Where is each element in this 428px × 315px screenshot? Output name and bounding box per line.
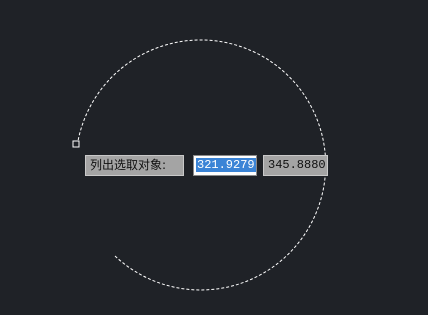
y-coordinate-value: 345.8880 bbox=[268, 158, 326, 172]
x-coordinate-input[interactable]: 321.9279 bbox=[193, 155, 257, 176]
y-coordinate-input[interactable]: 345.8880 bbox=[263, 155, 328, 176]
command-prompt-label: 列出选取对象: bbox=[85, 155, 184, 176]
drawing-canvas[interactable]: 列出选取对象: 321.9279 345.8880 bbox=[0, 0, 428, 315]
prompt-text: 列出选取对象: bbox=[90, 158, 167, 172]
x-coordinate-value: 321.9279 bbox=[196, 158, 256, 172]
grip-point-icon[interactable] bbox=[72, 140, 80, 148]
